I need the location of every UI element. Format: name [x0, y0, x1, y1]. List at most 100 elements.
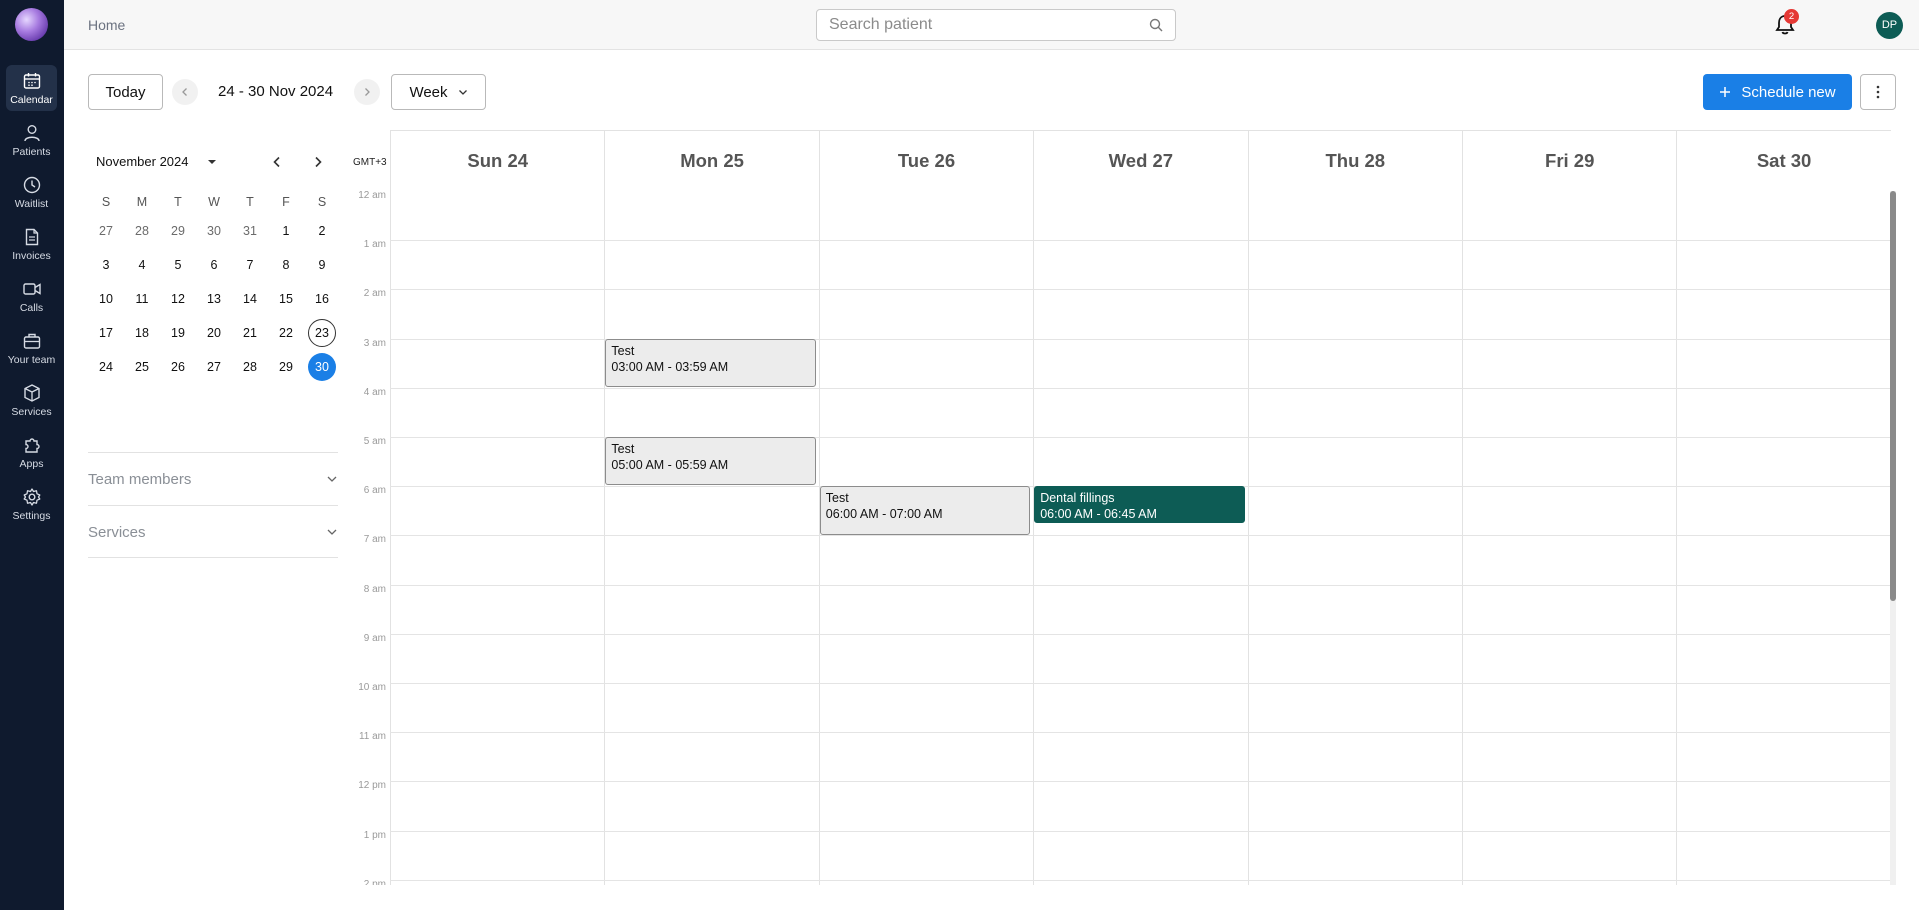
mini-calendar-day[interactable]: 6 — [200, 251, 228, 279]
view-select[interactable]: Week — [391, 74, 486, 110]
hour-label: 12 am — [358, 190, 386, 201]
sidebar-item-label: Waitlist — [14, 198, 49, 210]
mini-calendar: S M T W T F S 27 28 29 30 31 1 2 3 4 5 6 7 8 9 10 11 12 13 14 15 16… — [88, 190, 340, 384]
mini-calendar-day[interactable]: 24 — [92, 353, 120, 381]
clock-icon — [23, 176, 40, 194]
more-vertical-icon — [1876, 85, 1880, 99]
chevron-down-icon — [327, 529, 337, 535]
mini-calendar-day[interactable]: 8 — [272, 251, 300, 279]
mini-calendar-day[interactable]: 13 — [200, 285, 228, 313]
appointment-event[interactable]: Dental fillings 06:00 AM - 06:45 AM — [1034, 486, 1245, 524]
prev-week-button[interactable] — [172, 79, 198, 105]
caret-down-icon — [207, 159, 216, 164]
sidebar-item-calendar[interactable]: Calendar — [6, 65, 57, 111]
mini-calendar-day[interactable]: 29 — [272, 353, 300, 381]
mini-prev-month-button[interactable] — [265, 150, 289, 174]
mini-calendar-day[interactable]: 2 — [308, 217, 336, 245]
sidebar-item-your-team[interactable]: Your team — [6, 325, 57, 371]
hour-label: 3 am — [363, 337, 386, 349]
plus-icon — [1720, 87, 1731, 97]
mini-calendar-day[interactable]: 30 — [308, 353, 336, 381]
hour-label: 1 am — [363, 239, 386, 251]
mini-calendar-month: November 2024 — [96, 154, 189, 169]
mini-calendar-day[interactable]: 5 — [164, 251, 192, 279]
more-options-button[interactable] — [1860, 74, 1896, 110]
appointment-event[interactable]: Test 05:00 AM - 05:59 AM — [605, 437, 816, 486]
logo[interactable] — [15, 8, 48, 41]
sidebar-item-invoices[interactable]: Invoices — [6, 221, 57, 267]
top-bar: Home — [64, 0, 1919, 50]
sidebar-item-waitlist[interactable]: Waitlist — [6, 169, 57, 215]
hour-label: 8 am — [363, 583, 386, 595]
day-header[interactable]: Wed 27 — [1033, 130, 1248, 191]
event-time: 06:00 AM - 06:45 AM — [1040, 507, 1157, 522]
hour-gridline — [390, 683, 1890, 684]
mini-calendar-day[interactable]: 27 — [200, 353, 228, 381]
hour-gridline — [390, 781, 1890, 783]
mini-calendar-day[interactable]: 20 — [200, 319, 228, 347]
mini-calendar-day[interactable]: 3 — [92, 251, 120, 279]
mini-calendar-day[interactable]: 9 — [308, 251, 336, 279]
sidebar-item-label: Services — [11, 406, 52, 418]
mini-next-month-button[interactable] — [306, 150, 330, 174]
mini-calendar-day[interactable]: 14 — [236, 285, 264, 313]
mini-calendar-day[interactable]: 29 — [164, 217, 192, 245]
team-members-filter[interactable]: Team members — [88, 452, 338, 505]
mini-calendar-day[interactable]: 23 — [308, 319, 336, 347]
hour-label: 2 pm — [363, 878, 386, 885]
mini-calendar-day[interactable]: 17 — [92, 319, 120, 347]
search-input[interactable] — [817, 10, 1127, 40]
mini-calendar-day[interactable]: 28 — [236, 353, 264, 381]
document-icon — [25, 228, 38, 246]
mini-calendar-day[interactable]: 30 — [200, 217, 228, 245]
mini-calendar-day[interactable]: 10 — [92, 285, 120, 313]
weekday-label: M — [136, 195, 148, 209]
schedule-new-button[interactable]: Schedule new — [1703, 74, 1852, 110]
mini-calendar-day[interactable]: 11 — [128, 285, 156, 313]
event-time: 05:00 AM - 05:59 AM — [611, 458, 729, 472]
mini-calendar-day[interactable]: 18 — [128, 319, 156, 347]
mini-calendar-day[interactable]: 27 — [92, 217, 120, 245]
day-header[interactable]: Thu 28 — [1247, 130, 1462, 191]
mini-calendar-day[interactable]: 7 — [236, 251, 264, 279]
mini-calendar-day[interactable]: 4 — [128, 251, 156, 279]
today-button[interactable]: Today — [88, 74, 163, 110]
chevron-left-icon — [182, 88, 187, 96]
day-header[interactable]: Sun 24 — [390, 130, 605, 191]
avatar[interactable]: DP — [1876, 12, 1903, 39]
appointment-event[interactable]: Test 03:00 AM - 03:59 AM — [605, 338, 816, 387]
mini-calendar-day[interactable]: 1 — [272, 217, 300, 245]
mini-calendar-month-select[interactable]: November 2024 — [96, 154, 219, 169]
day-header[interactable]: Sat 30 — [1676, 130, 1891, 191]
weekday-label: S — [317, 195, 327, 209]
event-time: 06:00 AM - 07:00 AM — [825, 507, 943, 522]
sidebar-item-apps[interactable]: Apps — [6, 429, 57, 475]
sidebar-item-calls[interactable]: Calls — [6, 273, 57, 319]
breadcrumb[interactable]: Home — [88, 17, 125, 33]
mini-calendar-day[interactable]: 26 — [164, 353, 192, 381]
mini-calendar-day[interactable]: 15 — [272, 285, 300, 313]
mini-calendar-day[interactable]: 25 — [128, 353, 156, 381]
mini-calendar-day[interactable]: 12 — [164, 285, 192, 313]
notification-badge: 2 — [1784, 9, 1799, 24]
day-header[interactable]: Fri 29 — [1462, 130, 1677, 191]
sidebar-item-services[interactable]: Services — [6, 377, 57, 423]
day-header[interactable]: Tue 26 — [818, 130, 1034, 191]
event-title: Test — [611, 343, 635, 358]
mini-calendar-day[interactable]: 19 — [164, 319, 192, 347]
scrollbar-thumb[interactable] — [1890, 191, 1896, 601]
next-week-button[interactable] — [354, 79, 380, 105]
search-icon[interactable] — [1149, 18, 1163, 32]
sidebar-item-settings[interactable]: Settings — [6, 481, 57, 527]
services-filter[interactable]: Services — [88, 505, 338, 558]
puzzle-icon — [24, 438, 40, 453]
mini-calendar-day[interactable]: 28 — [128, 217, 156, 245]
mini-calendar-day[interactable]: 22 — [272, 319, 300, 347]
mini-calendar-day[interactable]: 21 — [236, 319, 264, 347]
day-header[interactable]: Mon 25 — [604, 130, 819, 191]
mini-calendar-day[interactable]: 31 — [236, 217, 264, 245]
sidebar-item-patients[interactable]: Patients — [6, 117, 57, 163]
mini-calendar-day[interactable]: 16 — [308, 285, 336, 313]
hour-gridline — [390, 879, 1890, 881]
appointment-event[interactable]: Test 06:00 AM - 07:00 AM — [819, 486, 1031, 536]
